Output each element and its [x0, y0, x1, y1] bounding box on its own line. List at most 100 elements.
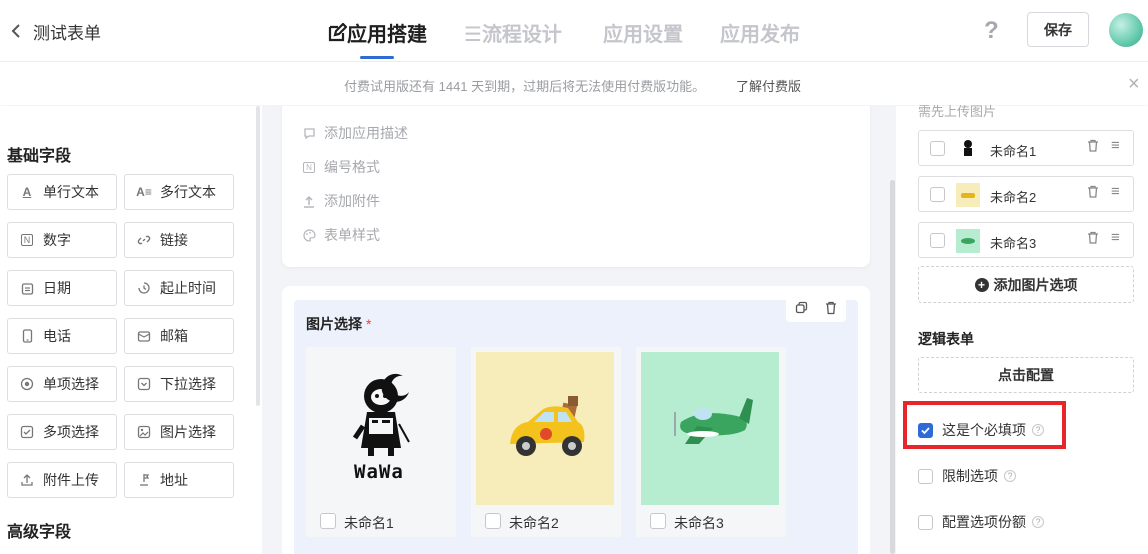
field-link[interactable]: 链接 [124, 222, 234, 258]
number-format-item[interactable]: N 编号格式 [302, 157, 380, 177]
page-title: 测试表单 [33, 24, 101, 43]
drag-handle-icon[interactable]: ≡ [1111, 229, 1120, 246]
field-image-choice[interactable]: 图片选择 [124, 414, 234, 450]
option-checkbox[interactable] [650, 513, 666, 529]
tab-app-publish[interactable]: 应用发布 [720, 18, 800, 47]
field-dropdown[interactable]: 下拉选择 [124, 366, 234, 402]
field-label: 数字 [43, 232, 71, 248]
copy-icon[interactable] [795, 301, 808, 317]
field-label: 链接 [160, 232, 188, 248]
tab-flow-design[interactable]: ☰流程设计 [464, 18, 562, 47]
field-phone[interactable]: 电话 [7, 318, 117, 354]
basic-fields-title: 基础字段 [7, 148, 72, 165]
image-choice-field-card[interactable]: 图片选择 * WaWa 未命名1 未命名2 未命名3 [282, 286, 870, 554]
option-row-3[interactable]: 未命名3 ≡ [918, 222, 1134, 258]
learn-paid-link[interactable]: 了解付费版 [736, 76, 801, 95]
selected-field-area[interactable]: 图片选择 * WaWa 未命名1 未命名2 未命名3 [294, 296, 858, 554]
field-label: 地址 [160, 472, 188, 488]
help-icon[interactable]: ? [984, 17, 999, 45]
tab-app-settings[interactable]: 应用设置 [603, 18, 683, 47]
trash-icon[interactable] [1087, 139, 1099, 155]
option-name: 未命名2 [990, 190, 1037, 205]
question-icon[interactable]: ? [1032, 516, 1044, 528]
logo-caption: WaWa [354, 461, 404, 483]
comment-icon [302, 126, 316, 140]
trash-icon[interactable] [1087, 185, 1099, 201]
field-attachment[interactable]: 附件上传 [7, 462, 117, 498]
close-icon[interactable]: × [1128, 73, 1140, 96]
option-quota-row[interactable]: 配置选项份额 ? [918, 512, 1044, 532]
field-address[interactable]: 地址 [124, 462, 234, 498]
option-checkbox[interactable] [930, 233, 945, 248]
limit-options-row[interactable]: 限制选项 ? [918, 466, 1016, 486]
field-label: 多项选择 [43, 424, 99, 440]
limit-options-checkbox[interactable] [918, 468, 933, 484]
drag-handle-icon[interactable]: ≡ [1111, 137, 1120, 154]
form-style-item[interactable]: 表单样式 [302, 225, 380, 245]
notice-text: 付费试用版还有 1441 天到期，过期后将无法使用付费版功能。 [344, 79, 706, 94]
field-label: 起止时间 [160, 280, 216, 296]
option-quota-checkbox[interactable] [918, 514, 933, 530]
location-icon [136, 472, 152, 488]
image-option-1[interactable]: WaWa 未命名1 [306, 347, 456, 537]
field-number[interactable]: N 数字 [7, 222, 117, 258]
add-image-option-button[interactable]: + 添加图片选项 [918, 266, 1134, 303]
drag-handle-icon[interactable]: ≡ [1111, 183, 1120, 200]
configure-button[interactable]: 点击配置 [918, 357, 1134, 393]
option-checkbox[interactable] [930, 187, 945, 202]
palette-scrollbar[interactable] [256, 106, 260, 406]
option-checkbox[interactable] [485, 513, 501, 529]
add-description-item[interactable]: 添加应用描述 [302, 123, 408, 143]
trial-notice-bar: 付费试用版还有 1441 天到期，过期后将无法使用付费版功能。 了解付费版 × [0, 61, 1148, 105]
option-thumbnail [956, 137, 980, 161]
field-time-range[interactable]: 起止时间 [124, 270, 234, 306]
menu-label: 添加应用描述 [324, 125, 408, 141]
field-multi-choice[interactable]: 多项选择 [7, 414, 117, 450]
tab-label: 应用设置 [603, 24, 683, 46]
top-bar: 测试表单 应用搭建 ☰流程设计 应用设置 应用发布 ? 保存 [0, 0, 1148, 60]
upload-hint: 需先上传图片 [918, 104, 997, 119]
option-label: 未命名3 [674, 515, 724, 531]
field-date[interactable]: 日期 [7, 270, 117, 306]
option-label: 未命名1 [344, 515, 394, 531]
option-checkbox[interactable] [930, 141, 945, 156]
number-format-icon: N [302, 160, 316, 174]
option-checkbox[interactable] [320, 513, 336, 529]
menu-label: 添加附件 [324, 193, 380, 209]
save-button[interactable]: 保存 [1027, 12, 1089, 47]
multiline-text-icon: A≡ [136, 185, 152, 199]
image-option-3[interactable]: 未命名3 [636, 347, 786, 537]
field-label: 附件上传 [43, 472, 99, 488]
option-name: 未命名1 [990, 144, 1037, 159]
chevron-left-icon[interactable] [10, 22, 22, 40]
option-row-1[interactable]: 未命名1 ≡ [918, 130, 1134, 166]
option-row-2[interactable]: 未命名2 ≡ [918, 176, 1134, 212]
checkbox-icon [19, 424, 35, 440]
avatar[interactable] [1109, 13, 1143, 47]
add-attachment-item[interactable]: 添加附件 [302, 191, 380, 211]
form-settings-card: 添加应用描述 N 编号格式 添加附件 表单样式 [282, 106, 870, 267]
field-label: 图片选择 [160, 424, 216, 440]
image-option-2[interactable]: 未命名2 [471, 347, 621, 537]
field-multi-line-text[interactable]: A≡ 多行文本 [124, 174, 234, 210]
field-email[interactable]: 邮箱 [124, 318, 234, 354]
field-label: 下拉选择 [160, 376, 216, 392]
calendar-icon [19, 280, 35, 296]
dropdown-icon [136, 376, 152, 392]
palette-icon [302, 228, 316, 242]
field-title: 图片选择 * [306, 314, 371, 334]
tab-app-build[interactable]: 应用搭建 [327, 18, 427, 47]
canvas-scrollbar[interactable] [890, 180, 895, 554]
upload-icon [19, 472, 35, 488]
trash-icon[interactable] [1087, 231, 1099, 247]
tab-label: 应用发布 [720, 24, 800, 46]
link-icon [136, 232, 152, 248]
field-single-choice[interactable]: 单项选择 [7, 366, 117, 402]
number-icon: N [19, 232, 35, 248]
text-a-icon: A [22, 185, 32, 199]
field-single-line-text[interactable]: A 单行文本 [7, 174, 117, 210]
required-mark: * [366, 316, 372, 332]
tab-label: 流程设计 [481, 24, 562, 46]
question-icon[interactable]: ? [1004, 470, 1016, 482]
trash-icon[interactable] [825, 301, 837, 318]
